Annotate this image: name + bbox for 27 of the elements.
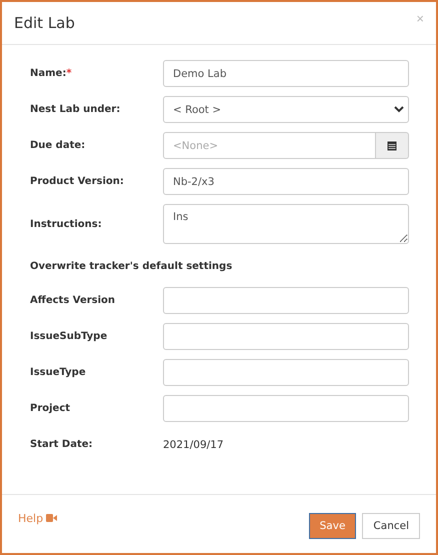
text-field[interactable] bbox=[163, 323, 409, 350]
field-label: Due date: bbox=[30, 140, 86, 151]
date-field[interactable]: <None> bbox=[163, 132, 376, 159]
field-label: Nest Lab under: bbox=[30, 104, 122, 115]
cancel-button[interactable]: Cancel bbox=[362, 513, 420, 539]
field-label: IssueSubType bbox=[30, 331, 108, 342]
section-heading: Overwrite tracker's default settings bbox=[30, 260, 234, 274]
text-field[interactable] bbox=[163, 287, 409, 314]
calendar-button[interactable] bbox=[376, 132, 409, 159]
field-label: Start Date: bbox=[30, 439, 94, 450]
video-camera-icon bbox=[46, 514, 58, 522]
instructions-field[interactable]: Ins bbox=[163, 204, 409, 244]
calendar-icon bbox=[387, 140, 397, 150]
field-label: IssueType bbox=[30, 367, 87, 378]
select-field[interactable]: < Root > bbox=[163, 96, 409, 123]
field-label: Name:* bbox=[30, 68, 73, 79]
field-label: Instructions: bbox=[30, 218, 103, 230]
field-label: Affects Version bbox=[30, 295, 116, 306]
chevron-down-icon bbox=[394, 105, 404, 113]
start-date-value: 2021/09/17 bbox=[163, 438, 225, 450]
text-field[interactable] bbox=[163, 359, 409, 386]
field-label: Project bbox=[30, 403, 72, 414]
text-field[interactable] bbox=[163, 395, 409, 422]
text-field[interactable]: Demo Lab bbox=[163, 60, 409, 87]
field-label: Product Version: bbox=[30, 176, 125, 187]
dialog-title: Edit Lab bbox=[14, 14, 75, 32]
text-field[interactable]: Nb-2/x3 bbox=[163, 168, 409, 195]
